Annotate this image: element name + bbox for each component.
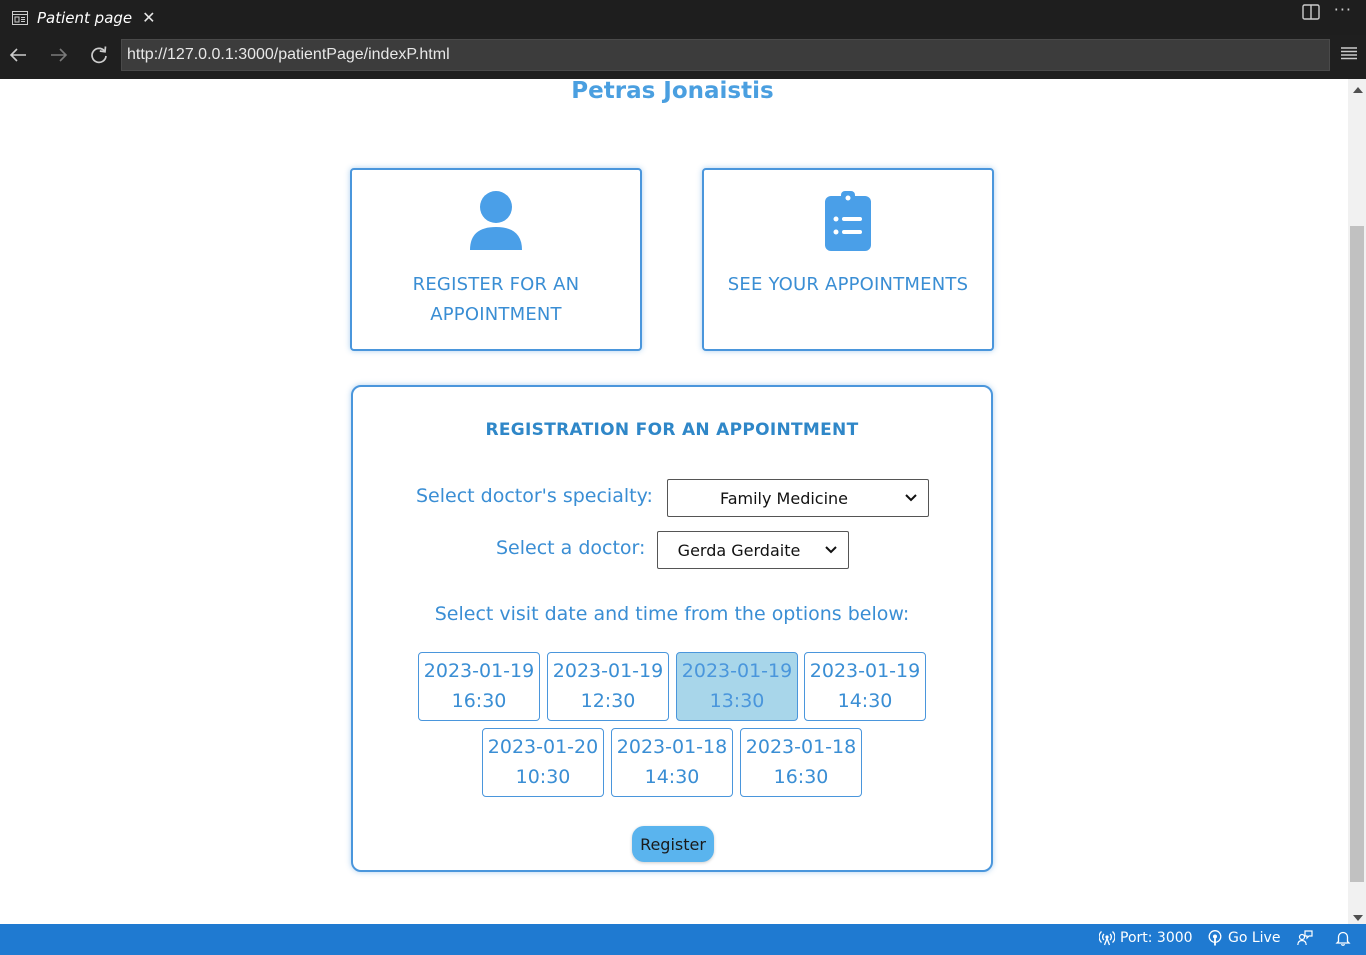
slot-time: 14:30: [644, 766, 700, 788]
chevron-down-icon: [905, 494, 917, 502]
doctor-label: Select a doctor:: [496, 537, 646, 559]
tab-patient-page[interactable]: Patient page ✕: [0, 0, 160, 35]
more-actions-icon[interactable]: ···: [1334, 0, 1352, 19]
slot-time: 12:30: [580, 690, 636, 712]
time-slot[interactable]: 2023-01-19 12:30: [547, 652, 669, 721]
scroll-up-arrow-icon[interactable]: [1353, 87, 1363, 93]
preview-icon: [12, 10, 28, 25]
status-bar: Port: 3000 Go Live: [0, 924, 1366, 955]
time-slot[interactable]: 2023-01-19 14:30: [804, 652, 926, 721]
tab-bar: Patient page ✕ ···: [0, 0, 1366, 35]
forward-arrow-icon[interactable]: [47, 43, 71, 67]
slot-time: 14:30: [837, 690, 893, 712]
hamburger-menu-icon[interactable]: [1340, 44, 1358, 62]
time-slot[interactable]: 2023-01-20 10:30: [482, 728, 604, 797]
feedback-status[interactable]: [1297, 930, 1313, 946]
clipboard-list-icon: [825, 191, 871, 251]
feedback-person-icon: [1297, 930, 1313, 946]
scroll-down-arrow-icon[interactable]: [1353, 915, 1363, 921]
slot-time: 10:30: [515, 766, 571, 788]
close-icon[interactable]: ✕: [142, 8, 155, 27]
slot-date: 2023-01-18: [745, 736, 857, 758]
patient-name-heading: Petras Jonaistis: [571, 79, 774, 104]
broadcast-icon: [1099, 931, 1115, 946]
time-slot[interactable]: 2023-01-19 16:30: [418, 652, 540, 721]
notifications-status[interactable]: [1335, 930, 1351, 946]
time-slot-selected[interactable]: 2023-01-19 13:30: [676, 652, 798, 721]
scroll-thumb[interactable]: [1350, 226, 1364, 882]
back-arrow-icon[interactable]: [6, 43, 30, 67]
specialty-label: Select doctor's specialty:: [416, 485, 653, 507]
go-live-label: Go Live: [1228, 930, 1281, 946]
user-icon: [470, 191, 522, 250]
port-label: Port: 3000: [1120, 930, 1193, 946]
bell-icon: [1335, 931, 1351, 946]
chevron-down-icon: [825, 546, 837, 554]
slot-date: 2023-01-20: [487, 736, 599, 758]
registration-form: REGISTRATION FOR AN APPOINTMENT Select d…: [351, 385, 993, 872]
time-slot[interactable]: 2023-01-18 16:30: [740, 728, 862, 797]
doctor-selected-value: Gerda Gerdaite: [677, 540, 801, 560]
page-scrollbar[interactable]: [1348, 79, 1366, 924]
register-button[interactable]: Register: [632, 826, 714, 862]
slot-time: 16:30: [451, 690, 507, 712]
slot-date: 2023-01-19: [681, 660, 793, 682]
tab-title: Patient page: [37, 8, 133, 27]
appointments-card-label: SEE YOUR APPOINTMENTS: [727, 274, 969, 295]
podcast-icon: [1208, 930, 1222, 946]
specialty-select[interactable]: Family Medicine: [667, 479, 929, 517]
url-input[interactable]: http://127.0.0.1:3000/patientPage/indexP…: [121, 39, 1330, 71]
tabbar-actions: ···: [1302, 0, 1352, 24]
page-viewport: Petras Jonaistis REGISTER FOR AN APPOINT…: [0, 79, 1348, 924]
reload-icon[interactable]: [87, 43, 111, 67]
form-title: REGISTRATION FOR AN APPOINTMENT: [485, 420, 859, 440]
see-appointments-card[interactable]: SEE YOUR APPOINTMENTS: [702, 168, 994, 351]
go-live-status[interactable]: Go Live: [1207, 930, 1280, 946]
doctor-select[interactable]: Gerda Gerdaite: [657, 531, 849, 569]
slot-instructions: Select visit date and time from the opti…: [434, 603, 910, 625]
address-bar: http://127.0.0.1:3000/patientPage/indexP…: [0, 35, 1366, 79]
slot-date: 2023-01-19: [809, 660, 921, 682]
slot-time: 13:30: [709, 690, 765, 712]
port-status[interactable]: Port: 3000: [1099, 930, 1193, 946]
slot-time: 16:30: [773, 766, 829, 788]
slot-date: 2023-01-19: [423, 660, 535, 682]
slot-date: 2023-01-18: [616, 736, 728, 758]
register-appointment-card[interactable]: REGISTER FOR AN APPOINTMENT: [350, 168, 642, 351]
time-slot[interactable]: 2023-01-18 14:30: [611, 728, 733, 797]
split-editor-icon[interactable]: [1302, 4, 1320, 20]
register-card-label: REGISTER FOR AN APPOINTMENT: [412, 274, 580, 325]
slot-date: 2023-01-19: [552, 660, 664, 682]
specialty-selected-value: Family Medicine: [719, 488, 849, 508]
